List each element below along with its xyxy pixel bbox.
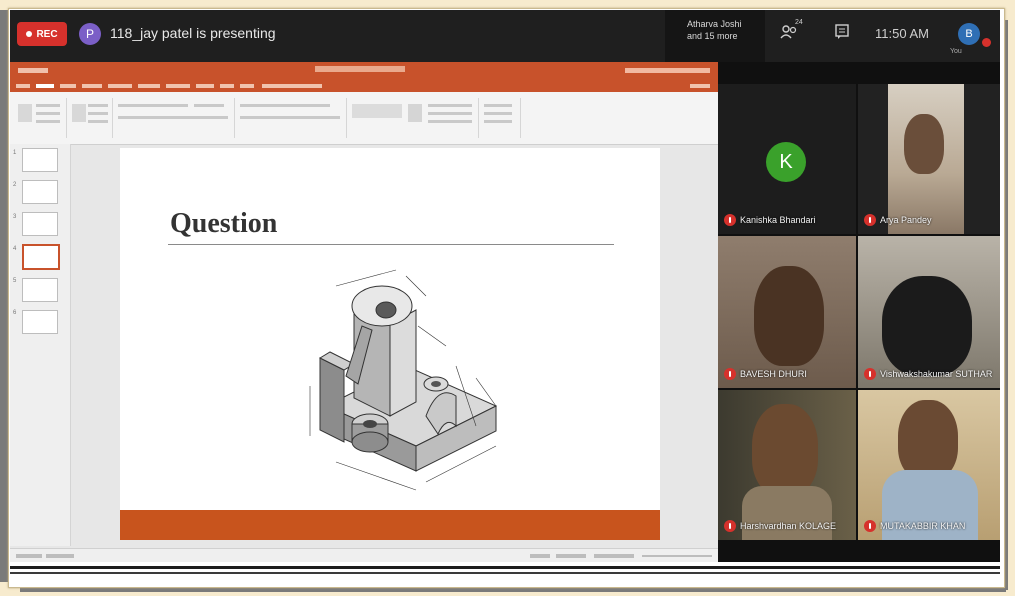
mic-off-icon	[864, 214, 876, 226]
ppt-status-bar	[10, 548, 718, 563]
clock: 11:50 AM	[875, 26, 929, 41]
chat-icon	[835, 24, 849, 39]
participant-tile[interactable]: BAVESH DHURI	[718, 236, 856, 388]
ribbon-group-paragraph	[236, 98, 347, 138]
tab-transitions	[108, 84, 132, 88]
window-controls	[625, 68, 710, 73]
slide-thumbnail[interactable]	[22, 180, 58, 204]
mic-off-icon	[724, 520, 736, 532]
slide-thumbnail[interactable]	[22, 310, 58, 334]
participants-line-1: Atharva Joshi	[687, 19, 742, 29]
slide-thumbnail[interactable]	[22, 278, 58, 302]
ribbon-group-editing	[480, 98, 521, 138]
ppt-ribbon	[10, 92, 718, 145]
participant-video	[754, 266, 824, 366]
participant-tile[interactable]: Arya Pandey	[858, 84, 1000, 234]
participant-video	[752, 404, 818, 496]
bottom-divider	[10, 572, 1000, 574]
record-icon	[26, 31, 33, 37]
participant-name: Arya Pandey	[880, 215, 932, 225]
tab-file	[16, 84, 30, 88]
tab-home	[36, 84, 54, 88]
participant-name: BAVESH DHURI	[740, 369, 807, 379]
slide-title: Question	[170, 208, 278, 239]
tab-review	[196, 84, 214, 88]
participant-video	[882, 276, 972, 376]
people-button[interactable]: 24	[780, 19, 803, 46]
mic-off-icon	[724, 214, 736, 226]
participant-name: Kanishka Bhandari	[740, 215, 816, 225]
recording-button[interactable]: REC	[17, 22, 67, 46]
presenting-status: 118_jay patel is presenting	[110, 25, 276, 41]
participant-video	[904, 114, 944, 174]
participants-line-2: and 15 more	[687, 31, 738, 41]
participant-name: Vishwakshakumar SUTHAR	[880, 369, 993, 379]
participant-tile[interactable]: MUTAKABBIR KHAN	[858, 390, 1000, 540]
participant-grid: K Kanishka Bhandari Arya Pandey BAVESH D…	[718, 62, 1000, 562]
participant-avatar: K	[766, 142, 806, 182]
participant-tile[interactable]: K Kanishka Bhandari	[718, 84, 856, 234]
quick-access-toolbar	[18, 68, 48, 73]
self-mic-off-badge	[982, 38, 991, 47]
ppt-title-bar	[10, 62, 718, 80]
ribbon-group-drawing	[348, 98, 479, 138]
slide-title-underline	[168, 244, 614, 245]
ribbon-group-clipboard	[14, 98, 67, 138]
participant-tile[interactable]: Harshvardhan KOLAGE	[718, 390, 856, 540]
tab-design	[82, 84, 102, 88]
tab-insert	[60, 84, 76, 88]
chat-button[interactable]	[834, 23, 850, 46]
other-participants-box[interactable]: Atharva Joshi and 15 more	[665, 10, 765, 62]
mic-off-icon	[864, 520, 876, 532]
tab-help	[240, 84, 254, 88]
shared-screen: 1 2 3 4 5 6 Question	[10, 62, 718, 563]
tab-tell-me	[262, 84, 322, 88]
mic-off-icon	[864, 368, 876, 380]
tab-animations	[138, 84, 160, 88]
slide-thumbnail-selected[interactable]	[22, 244, 60, 270]
tab-view	[220, 84, 234, 88]
slide-thumbnail[interactable]	[22, 212, 58, 236]
share-button	[690, 84, 710, 88]
self-avatar[interactable]: B	[958, 23, 980, 45]
ribbon-group-slides	[68, 98, 113, 138]
participant-name: MUTAKABBIR KHAN	[880, 521, 966, 531]
meeting-top-bar: REC P 118_jay patel is presenting Atharv…	[10, 10, 1000, 62]
slide-thumbnail[interactable]	[22, 148, 58, 172]
mic-off-icon	[724, 368, 736, 380]
recording-label: REC	[36, 28, 58, 40]
ppt-document-title	[315, 66, 405, 72]
people-count-badge: 24	[795, 19, 803, 26]
isometric-machine-drawing	[306, 266, 506, 494]
ribbon-group-font	[114, 98, 235, 138]
tab-slideshow	[166, 84, 190, 88]
slide-thumbnail-pane: 1 2 3 4 5 6	[10, 144, 71, 546]
participant-video	[898, 400, 958, 480]
slide-footer-band	[120, 510, 660, 540]
self-label: You	[950, 48, 962, 55]
presenter-avatar: P	[79, 23, 101, 45]
current-slide: Question	[120, 148, 660, 540]
frame-shadow-left	[0, 10, 8, 582]
ppt-ribbon-tabs	[10, 80, 718, 92]
bottom-divider	[10, 566, 1000, 569]
participant-tile[interactable]: Vishwakshakumar SUTHAR	[858, 236, 1000, 388]
participant-name: Harshvardhan KOLAGE	[740, 521, 837, 531]
